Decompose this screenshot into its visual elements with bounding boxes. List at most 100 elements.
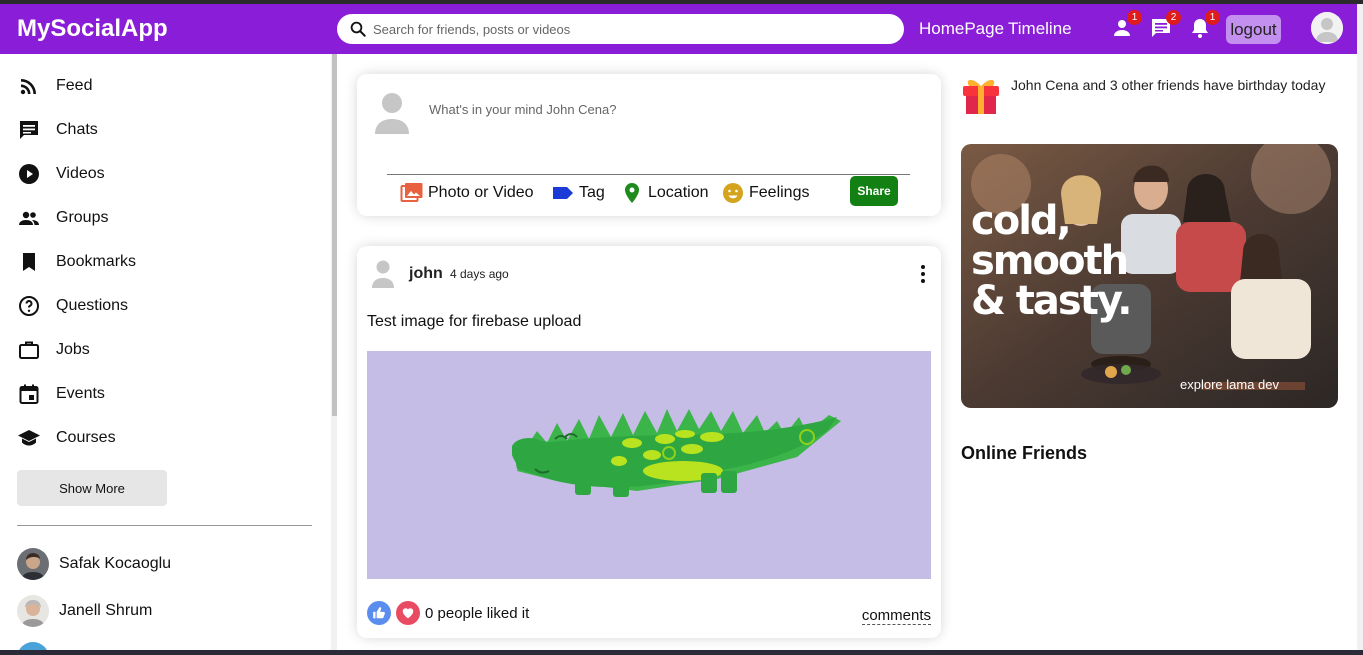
rss-feed-icon [20,79,36,95]
heart-button[interactable] [396,601,420,625]
gift-icon [961,74,1001,121]
default-avatar-icon [375,93,409,134]
friend-requests-badge: 1 [1127,10,1142,25]
sidebar-item-label: Jobs [56,341,90,358]
avatar [373,92,411,139]
ad-line-3: & tasty. [971,278,1130,324]
group-icon [19,211,39,225]
post-text: Test image for firebase upload [367,313,582,330]
sidebar-item-label: Bookmarks [56,253,137,270]
birthday-notice: John Cena and 3 other friends have birth… [1011,76,1331,94]
share-box: What's in your mind John Cena? Photo or … [357,74,941,216]
sidebar-item-feed[interactable]: Feed [17,72,92,100]
photo-library-icon [400,183,423,202]
sidebar-item-label: Courses [56,429,116,446]
option-label: Feelings [749,184,810,201]
label-icon [553,187,573,199]
bookmark-icon [23,253,35,271]
feed: What's in your mind John Cena? Photo or … [337,54,961,650]
birthday-name: John Cena [1011,77,1079,93]
location-option[interactable]: Location [620,181,709,205]
post-username[interactable]: john [409,265,443,283]
default-avatar-icon [372,260,394,288]
homepage-link[interactable]: HomePage [919,19,1004,39]
friend-list-item[interactable]: Janell Shrum [17,595,152,627]
tag-option[interactable]: Tag [551,181,605,205]
show-more-button[interactable]: Show More [17,470,167,506]
post-date: 4 days ago [450,267,509,281]
birthday-rest: have birthday today [1199,77,1326,93]
top-bar: MySocialApp HomePage Timeline 1 2 1 logo… [0,4,1357,54]
play-circle-icon [19,164,39,184]
birthday-and: and [1078,77,1110,93]
sidebar-item-label: Groups [56,209,109,226]
option-label: Location [648,184,709,201]
avatar[interactable] [371,260,395,293]
post-reactions: 0 people liked it [367,601,529,625]
chat-icon [20,121,38,139]
messages-button[interactable]: 2 [1149,10,1181,40]
birthday-friends: 3 other friends [1109,77,1200,93]
like-button[interactable] [367,601,391,625]
app-logo[interactable]: MySocialApp [17,15,168,43]
sidebar-item-label: Chats [56,121,98,138]
advertisement-banner[interactable]: cold, smooth & tasty. explore lama dev [961,144,1338,408]
post-image [367,351,931,579]
online-friends-title: Online Friends [961,443,1088,463]
work-outline-icon [19,341,39,359]
help-outline-icon [19,296,39,316]
share-divider [387,174,910,175]
avatar [17,595,49,627]
school-icon [18,430,40,446]
friend-name: Janell Shrum [59,602,153,619]
sidebar-item-chats[interactable]: Chats [17,116,98,144]
ad-footer: explore lama dev [1180,377,1279,392]
sidebar-item-questions[interactable]: Questions [17,292,128,320]
option-label: Tag [579,184,605,201]
notifications-badge: 1 [1205,10,1220,25]
friend-name: Safak Kocaoglu [59,555,172,572]
search-bar[interactable] [337,14,904,44]
right-sidebar: John Cena and 3 other friends have birth… [961,54,1357,650]
emoji-icon [723,183,743,203]
friend-requests-button[interactable]: 1 [1110,10,1142,40]
sidebar-item-label: Events [56,385,105,402]
photo-or-video-option[interactable]: Photo or Video [400,181,534,205]
search-icon [350,21,366,37]
sidebar-item-label: Feed [56,77,93,94]
more-vert-icon [921,265,925,283]
option-label: Photo or Video [428,184,534,201]
sidebar-item-jobs[interactable]: Jobs [17,336,90,364]
sidebar-item-bookmarks[interactable]: Bookmarks [17,248,136,276]
sidebar-item-videos[interactable]: Videos [17,160,105,188]
sidebar-item-label: Questions [56,297,129,314]
page-scrollbar[interactable] [1357,4,1363,655]
sidebar-item-label: Videos [56,165,105,182]
search-input[interactable] [373,21,873,37]
profile-avatar[interactable] [1311,12,1343,44]
crocodile-illustration [512,409,841,497]
sidebar-item-events[interactable]: Events [17,380,105,408]
share-button[interactable]: Share [850,176,898,206]
share-input[interactable]: What's in your mind John Cena? [429,102,616,117]
messages-badge: 2 [1166,10,1181,25]
left-sidebar: Feed Chats Videos Groups Bookmarks Quest… [0,54,331,655]
avatar [17,548,49,580]
like-count: 0 people liked it [425,604,530,622]
notifications-button[interactable]: 1 [1188,10,1220,40]
heart-icon [402,608,414,619]
event-icon [19,384,39,404]
window-bottom-edge [0,650,1363,655]
sidebar-item-groups[interactable]: Groups [17,204,108,232]
location-pin-icon [625,183,639,203]
logout-button[interactable]: logout [1226,15,1281,44]
friend-list-item[interactable]: Safak Kocaoglu [17,548,171,580]
more-options-button[interactable] [919,264,927,289]
sidebar-item-courses[interactable]: Courses [17,424,116,452]
comments-link[interactable]: comments [861,607,931,625]
feelings-option[interactable]: Feelings [721,181,809,205]
thumb-up-icon [373,607,385,619]
default-avatar-icon [1311,12,1343,44]
post-card: john 4 days ago Test image for firebase … [357,246,941,638]
timeline-link[interactable]: Timeline [1008,19,1072,39]
